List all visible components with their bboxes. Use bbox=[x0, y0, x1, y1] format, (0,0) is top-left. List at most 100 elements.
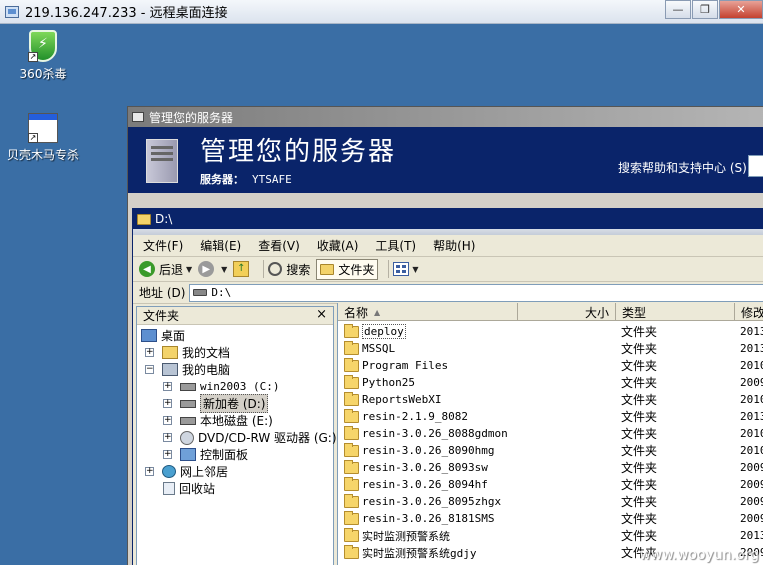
folders-label: 文件夹 bbox=[338, 262, 375, 277]
menu-help[interactable]: 帮助(H) bbox=[433, 237, 475, 254]
forward-button[interactable]: ▶ ▼ bbox=[198, 261, 227, 277]
file-row[interactable]: deploy 文件夹 2013 bbox=[338, 323, 763, 340]
file-row[interactable]: resin-3.0.26_8181SMS 文件夹 2009 bbox=[338, 510, 763, 527]
file-row[interactable]: resin-2.1.9_8082 文件夹 2013 bbox=[338, 408, 763, 425]
server-manager-title: 管理您的服务器 bbox=[149, 110, 234, 125]
tree-item-drive-g[interactable]: + DVD/CD-RW 驱动器 (G:) bbox=[163, 429, 337, 446]
recycle-bin-icon bbox=[163, 482, 175, 495]
address-label: 地址 (D) bbox=[139, 286, 186, 300]
folder-pane-title: 文件夹 bbox=[143, 309, 180, 323]
collapse-icon[interactable]: − bbox=[145, 365, 154, 374]
toolbar-divider bbox=[388, 260, 390, 278]
expand-icon[interactable]: + bbox=[163, 433, 172, 442]
file-name: resin-3.0.26_8095zhgx bbox=[362, 495, 502, 508]
folder-pane-header: 文件夹 × bbox=[137, 307, 333, 325]
desktop-icon-label: 360杀毒 bbox=[19, 67, 67, 81]
desktop-icon-360[interactable]: ↗ 360杀毒 bbox=[0, 30, 88, 82]
file-row[interactable]: resin-3.0.26_8088gdmon 文件夹 2010 bbox=[338, 425, 763, 442]
file-row[interactable]: Python25 文件夹 2009 bbox=[338, 374, 763, 391]
file-name: Program Files bbox=[362, 359, 449, 372]
tree-item-recycle-bin[interactable]: 回收站 bbox=[163, 480, 215, 497]
close-button[interactable]: ✕ bbox=[719, 0, 763, 19]
menu-favorites[interactable]: 收藏(A) bbox=[317, 237, 359, 254]
file-row[interactable]: MSSQL 文件夹 2013 bbox=[338, 340, 763, 357]
file-modified: 2013 bbox=[740, 410, 763, 423]
up-folder-button[interactable]: ↑ bbox=[233, 261, 253, 277]
tree-item-label: 新加卷 (D:) bbox=[200, 394, 269, 413]
menu-view[interactable]: 查看(V) bbox=[258, 237, 300, 254]
folder-icon bbox=[344, 476, 359, 491]
chevron-down-icon[interactable]: ▼ bbox=[221, 265, 227, 274]
file-row[interactable]: 实时监测预警系统 文件夹 2013 bbox=[338, 527, 763, 544]
file-name: resin-3.0.26_8088gdmon bbox=[362, 427, 508, 440]
expand-icon[interactable]: + bbox=[163, 450, 172, 459]
file-name-cell: resin-3.0.26_8094hf bbox=[344, 476, 488, 493]
file-row[interactable]: Program Files 文件夹 2010 bbox=[338, 357, 763, 374]
file-row[interactable]: resin-3.0.26_8093sw 文件夹 2009 bbox=[338, 459, 763, 476]
folder-icon bbox=[344, 510, 359, 525]
column-header-size[interactable]: 大小 bbox=[518, 303, 616, 321]
expand-icon[interactable]: + bbox=[163, 382, 172, 391]
tree-item-my-documents[interactable]: + 我的文档 bbox=[145, 344, 230, 361]
tree-item-my-computer[interactable]: − 我的电脑 bbox=[145, 361, 230, 378]
file-row[interactable]: resin-3.0.26_8090hmg 文件夹 2010 bbox=[338, 442, 763, 459]
column-header-name[interactable]: 名称 ▲ bbox=[338, 303, 518, 321]
views-button[interactable]: ▼ bbox=[393, 262, 419, 276]
folders-button[interactable]: 文件夹 bbox=[316, 258, 379, 280]
column-header-type[interactable]: 类型 bbox=[616, 303, 735, 321]
file-modified: 2009 bbox=[740, 461, 763, 474]
expand-icon[interactable]: + bbox=[145, 467, 154, 476]
file-name-cell: 实时监测预警系统gdjy bbox=[344, 544, 477, 561]
file-row[interactable]: resin-3.0.26_8095zhgx 文件夹 2009 bbox=[338, 493, 763, 510]
tree-item-drive-c[interactable]: + win2003 (C:) bbox=[163, 378, 279, 395]
chevron-down-icon[interactable]: ▼ bbox=[186, 265, 192, 274]
folder-icon bbox=[137, 213, 151, 225]
file-modified: 2009 bbox=[740, 512, 763, 525]
back-button[interactable]: ◀ 后退 ▼ bbox=[139, 261, 192, 278]
tree-item-label: 桌面 bbox=[161, 329, 186, 343]
file-modified: 2010 bbox=[740, 427, 763, 440]
file-row[interactable]: resin-3.0.26_8094hf 文件夹 2009 bbox=[338, 476, 763, 493]
file-name: ReportsWebXI bbox=[362, 393, 442, 406]
menu-file[interactable]: 文件(F) bbox=[143, 237, 183, 254]
file-name-cell: deploy bbox=[344, 323, 406, 340]
column-modified-label: 修改 bbox=[741, 305, 763, 320]
help-search-input[interactable] bbox=[748, 155, 763, 177]
address-input[interactable]: D:\ bbox=[189, 283, 763, 302]
back-arrow-icon: ◀ bbox=[139, 261, 155, 277]
expand-icon[interactable]: + bbox=[163, 399, 172, 408]
file-name-cell: resin-2.1.9_8082 bbox=[344, 408, 468, 425]
minimize-button[interactable]: — bbox=[665, 0, 691, 19]
views-icon bbox=[393, 262, 410, 276]
column-header-modified[interactable]: 修改 bbox=[735, 303, 763, 321]
folder-icon bbox=[344, 340, 359, 355]
expand-icon[interactable]: + bbox=[145, 348, 154, 357]
file-name-cell: resin-3.0.26_8088gdmon bbox=[344, 425, 508, 442]
close-icon[interactable]: × bbox=[316, 307, 327, 322]
restore-button[interactable]: ❐ bbox=[692, 0, 718, 19]
file-name-cell: resin-3.0.26_8181SMS bbox=[344, 510, 494, 527]
file-row[interactable]: ReportsWebXI 文件夹 2010 bbox=[338, 391, 763, 408]
tree-item-drive-e[interactable]: + 本地磁盘 (E:) bbox=[163, 412, 273, 429]
tree-item-label: 我的文档 bbox=[182, 346, 231, 360]
file-type: 文件夹 bbox=[621, 529, 658, 543]
tree-item-drive-d[interactable]: + 新加卷 (D:) bbox=[163, 394, 269, 413]
tree-item-label: 我的电脑 bbox=[182, 363, 231, 377]
tree-item-network[interactable]: + 网上邻居 bbox=[145, 463, 228, 480]
file-list-header: 名称 ▲ 大小 类型 修改 bbox=[338, 303, 763, 321]
search-button[interactable]: 搜索 bbox=[268, 261, 310, 278]
menu-tools[interactable]: 工具(T) bbox=[375, 237, 416, 254]
address-value: D:\ bbox=[211, 286, 232, 299]
tree-item-desktop[interactable]: 桌面 bbox=[141, 327, 185, 344]
file-type: 文件夹 bbox=[621, 376, 658, 390]
drive-icon bbox=[180, 416, 196, 425]
window-icon bbox=[132, 112, 144, 122]
menu-edit[interactable]: 编辑(E) bbox=[200, 237, 241, 254]
tree-item-control-panel[interactable]: + 控制面板 bbox=[163, 446, 248, 463]
file-name: resin-2.1.9_8082 bbox=[362, 410, 468, 423]
control-panel-icon bbox=[180, 448, 196, 461]
expand-icon[interactable]: + bbox=[163, 416, 172, 425]
toolbar-divider bbox=[263, 260, 265, 278]
desktop-icon-trojan-killer[interactable]: ↗ 贝壳木马专杀 bbox=[0, 113, 88, 163]
file-name-cell: 实时监测预警系统 bbox=[344, 527, 450, 544]
